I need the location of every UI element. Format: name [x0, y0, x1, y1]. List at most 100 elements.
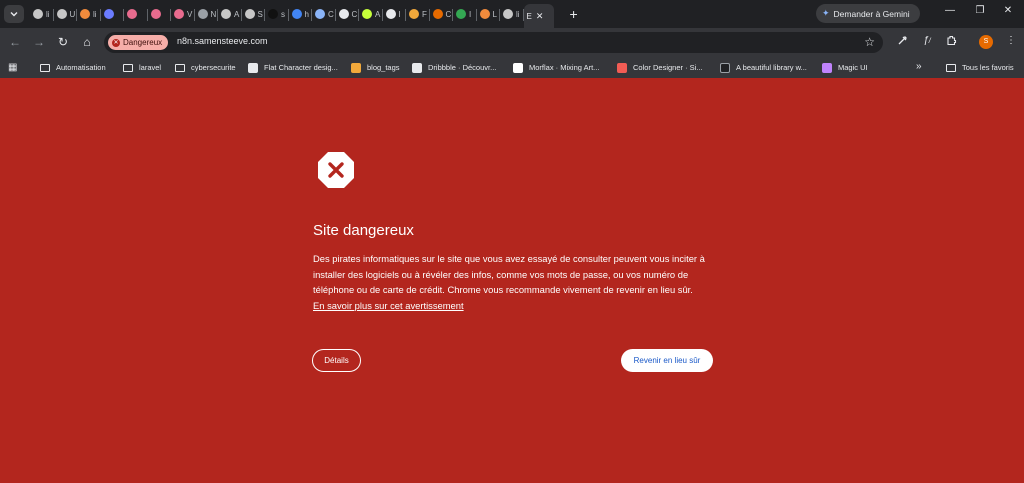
warning-text: Des pirates informatiques sur le site qu…: [313, 253, 705, 295]
gemini-button[interactable]: ✦ Demander à Gemini: [816, 4, 920, 23]
tab-favicon-icon: [362, 9, 372, 19]
tab[interactable]: A: [218, 3, 242, 25]
close-icon[interactable]: ✕: [536, 11, 544, 22]
url-text[interactable]: n8n.samensteeve.com: [177, 36, 268, 46]
profile-avatar[interactable]: S: [979, 35, 993, 49]
tab[interactable]: N: [195, 3, 219, 25]
tab[interactable]: F: [406, 3, 430, 25]
tab-title: L: [492, 9, 497, 19]
tab-active[interactable]: E ✕: [523, 4, 554, 28]
star-icon[interactable]: ☆: [864, 35, 875, 49]
apps-icon[interactable]: ▦: [8, 61, 17, 74]
details-button[interactable]: Détails: [312, 349, 361, 372]
tab[interactable]: C: [336, 3, 360, 25]
tab[interactable]: S: [242, 3, 266, 25]
bookmark-item[interactable]: Magic UI: [822, 61, 868, 74]
tab-title: S: [257, 9, 263, 19]
site-icon: [248, 62, 258, 73]
site-icon: [412, 62, 422, 73]
all-bookmarks-folder[interactable]: Tous les favoris: [946, 61, 1014, 74]
tab[interactable]: C: [312, 3, 336, 25]
bookmark-label: Flat Character desig...: [264, 63, 338, 72]
minimize-button[interactable]: —: [943, 5, 957, 16]
danger-icon: ✕: [112, 38, 120, 47]
bookmark-item[interactable]: cybersecurite: [175, 61, 236, 74]
bookmark-item[interactable]: Morflax · Mixing Art...: [513, 61, 599, 74]
tab-favicon-icon: [409, 9, 419, 19]
bookmark-label: A beautiful library w...: [736, 63, 807, 72]
forward-button[interactable]: →: [31, 34, 47, 50]
bookmark-item[interactable]: blog_tags: [351, 61, 400, 74]
tab-title: s: [281, 9, 285, 19]
tab-favicon-icon: [503, 9, 513, 19]
bookmark-item[interactable]: A beautiful library w...: [720, 61, 807, 74]
bookmark-item[interactable]: Automatisation: [40, 61, 106, 74]
tab-favicon-icon: [479, 9, 490, 19]
tab[interactable]: V: [171, 3, 195, 25]
tab[interactable]: C: [430, 3, 454, 25]
tab-title: li: [46, 9, 50, 19]
tab-favicon-icon: [291, 9, 302, 19]
tab[interactable]: I: [383, 3, 407, 25]
reload-button[interactable]: ↻: [55, 34, 71, 50]
tab-list: li Uli V N A Ss h C C A I F C I Lli E ✕: [30, 0, 554, 28]
site-icon: [513, 62, 523, 73]
bookmark-label: Color Designer · Si...: [633, 63, 703, 72]
back-button[interactable]: ←: [7, 34, 23, 50]
tab[interactable]: [124, 3, 148, 25]
tab[interactable]: U: [54, 3, 78, 25]
tab[interactable]: h: [289, 3, 313, 25]
folder-icon: [123, 64, 133, 72]
tab-title: A: [234, 9, 240, 19]
eyedropper-icon[interactable]: [895, 35, 909, 49]
gemini-label: Demander à Gemini: [833, 8, 910, 19]
site-icon: [617, 62, 627, 73]
tab[interactable]: A: [359, 3, 383, 25]
bookmarks-overflow-button[interactable]: »: [916, 60, 922, 73]
tab-favicon-icon: [315, 9, 325, 19]
extensions-icon[interactable]: [944, 35, 958, 49]
tab[interactable]: [101, 3, 125, 25]
tab-favicon-icon: [338, 9, 349, 19]
back-to-safety-button[interactable]: Revenir en lieu sûr: [621, 349, 713, 372]
bookmark-item[interactable]: Dribbble · Découvr...: [412, 61, 496, 74]
bookmark-label: blog_tags: [367, 63, 400, 72]
function-icon[interactable]: ƒ/: [920, 35, 934, 46]
bookmark-label: cybersecurite: [191, 63, 236, 72]
tab[interactable]: L: [477, 3, 501, 25]
site-icon: [822, 62, 832, 73]
learn-more-link[interactable]: En savoir plus sur cet avertissement: [313, 300, 464, 311]
home-button[interactable]: ⌂: [79, 34, 95, 50]
folder-icon: [40, 64, 50, 72]
tab-title: li: [516, 9, 520, 19]
tab[interactable]: s: [265, 3, 289, 25]
tab[interactable]: li: [77, 3, 101, 25]
tab-title: C: [328, 9, 334, 19]
tab[interactable]: li: [500, 3, 524, 25]
site-icon: [720, 62, 730, 73]
tab[interactable]: I: [453, 3, 477, 25]
bookmark-item[interactable]: laravel: [123, 61, 161, 74]
security-chip[interactable]: ✕ Dangereux: [108, 35, 169, 50]
tab-title: F: [422, 9, 427, 19]
tab[interactable]: li: [30, 3, 54, 25]
close-window-button[interactable]: ✕: [1001, 5, 1015, 16]
bookmark-item[interactable]: Color Designer · Si...: [617, 61, 703, 74]
tab-favicon-icon: [268, 9, 278, 19]
bookmarks-bar: ▦ Automatisation laravel cybersecurite Flat…: [0, 57, 1024, 78]
bookmark-item[interactable]: Flat Character desig...: [248, 61, 338, 74]
tab-title: A: [375, 9, 381, 19]
restore-button[interactable]: ❐: [973, 5, 987, 16]
tab-search-button[interactable]: [4, 5, 24, 23]
tab-title: U: [69, 9, 76, 19]
address-bar[interactable]: ✕ Dangereux n8n.samensteeve.com ☆: [104, 32, 883, 53]
menu-icon[interactable]: ⋮: [1004, 35, 1018, 46]
tab-favicon-icon: [385, 9, 396, 19]
tab[interactable]: [148, 3, 172, 25]
new-tab-button[interactable]: +: [570, 6, 584, 22]
tab-favicon-icon: [103, 9, 114, 19]
folder-icon: [946, 64, 956, 72]
tab-favicon-icon: [80, 9, 90, 19]
bookmark-label: Automatisation: [56, 63, 106, 72]
tab-favicon-icon: [33, 9, 43, 19]
